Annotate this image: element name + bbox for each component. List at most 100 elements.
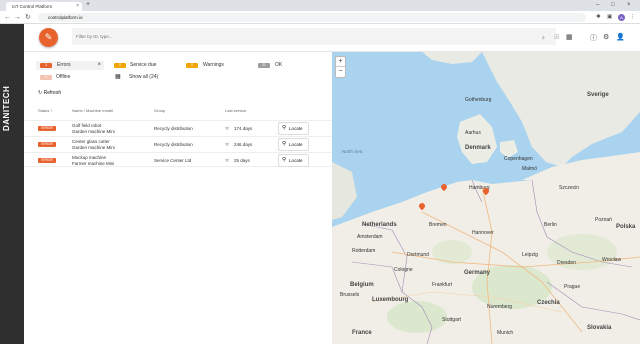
grid-icon[interactable]: ⊞ <box>554 33 560 41</box>
reload-icon[interactable]: ↻ <box>25 12 31 23</box>
last-service: 246 days <box>234 142 253 147</box>
tab-title: IoT Control Platform <box>12 4 53 9</box>
refresh-label: Refresh <box>43 90 62 96</box>
header-group[interactable]: Group <box>154 108 165 113</box>
map-label-netherlands: Netherlands <box>362 222 397 228</box>
header-last-service[interactable]: Last service <box>225 108 246 113</box>
machine-group: Recycly distribution <box>154 126 193 131</box>
offline-count-badge[interactable]: 0 <box>40 75 52 80</box>
pencil-icon: ✎ <box>44 32 53 42</box>
back-icon[interactable]: ← <box>4 12 11 23</box>
machine-group: Service Center Ltd <box>154 158 192 163</box>
app-topbar: ✎ ⌕ ⊞ ▦ ⓘ ⚙ 👤 <box>24 24 640 52</box>
map-label-aarhus: Aarhus <box>465 130 481 136</box>
user-icon[interactable]: 👤 <box>616 33 625 41</box>
map-label-rotterdam: Rotterdam <box>352 248 376 254</box>
map-label-sweden: Sverige <box>587 92 609 98</box>
refresh-icon: ↻ <box>38 90 43 96</box>
service-due-count-badge[interactable]: 0 <box>114 63 126 68</box>
address-bar: ← → ↻ controlplatform.io ✱ ▣ A ⋮ <box>0 11 640 24</box>
last-service: 25 days <box>234 158 250 163</box>
map-view[interactable]: + − Gothenburg Sverige Aarhus Denmark Co… <box>332 52 640 344</box>
show-all-link[interactable]: Show all (24) <box>129 74 158 81</box>
locate-button[interactable]: ⚲ Locate <box>278 122 309 135</box>
sidepanel-icon[interactable]: ▣ <box>607 13 612 22</box>
map-label-slovakia: Slovakia <box>587 325 612 331</box>
header-name[interactable]: Name / Machine model <box>72 108 113 113</box>
warnings-label[interactable]: Warnings <box>203 62 224 69</box>
edit-fab-button[interactable]: ✎ <box>39 28 58 47</box>
table-row[interactable]: ERROR Golf field robot Garden machine Mi… <box>24 120 332 135</box>
layout-icon[interactable]: ▦ <box>566 33 573 41</box>
machine-group: Recycly distribution <box>154 142 193 147</box>
map-label-luxembourg: Luxembourg <box>372 297 409 303</box>
maximize-button[interactable]: □ <box>611 0 615 10</box>
map-label-frankfurt: Frankfurt <box>432 282 453 288</box>
map-label-nuremberg: Nuremberg <box>487 304 513 310</box>
clear-errors-icon[interactable]: × <box>97 61 101 70</box>
profile-avatar[interactable]: A <box>618 14 625 21</box>
map-label-north-sea: North Sea <box>342 149 363 154</box>
url-field[interactable]: controlplatform.io <box>38 13 586 22</box>
new-tab-button[interactable]: + <box>86 1 90 8</box>
errors-filter[interactable]: 3 Errors × <box>36 61 104 70</box>
offline-label[interactable]: Offline <box>56 74 70 81</box>
map-label-gothenburg: Gothenburg <box>465 97 492 103</box>
map-label-dortmund: Dortmund <box>407 252 429 258</box>
map-label-denmark: Denmark <box>465 145 491 151</box>
map-label-dresden: Dresden <box>557 260 576 266</box>
map-label-poznan: Poznań <box>595 217 612 223</box>
settings-icon[interactable]: ⚙ <box>603 33 609 41</box>
header-status[interactable]: Status ↑ <box>38 108 52 113</box>
table-row[interactable]: ERROR Center glass cutter Garden machine… <box>24 136 332 151</box>
browser-tab-strip: IoT Control Platform × + – □ × <box>0 0 640 11</box>
map-label-bremen: Bremen <box>429 222 447 228</box>
map-label-szczecin: Szczecin <box>559 185 580 191</box>
map-label-copenhagen: Copenhagen <box>504 156 533 162</box>
zoom-control: + − <box>335 56 346 78</box>
map-label-berlin: Berlin <box>544 222 557 228</box>
refresh-button[interactable]: ↻ Refresh <box>38 90 61 97</box>
machine-model: Farmer machine Mini <box>72 160 115 166</box>
ok-count-badge[interactable]: 21 <box>258 63 270 68</box>
errors-count-badge: 3 <box>40 63 52 68</box>
menu-icon[interactable]: ⋮ <box>630 13 636 22</box>
map-label-france: France <box>352 330 372 336</box>
extensions-icon[interactable]: ✱ <box>596 13 601 22</box>
zoom-out-button[interactable]: − <box>336 67 345 77</box>
tab-close-icon[interactable]: × <box>76 2 79 11</box>
status-badge: ERROR <box>38 126 56 131</box>
wrench-icon: ⚒ <box>225 158 230 163</box>
service-due-label[interactable]: Service due <box>130 62 156 69</box>
map-label-wroclaw: Wrocław <box>602 257 622 263</box>
location-pin-icon: ⚲ <box>282 125 287 131</box>
map-label-leipzig: Leipzig <box>522 252 538 258</box>
table-row[interactable]: ERROR Mockup machine Farmer machine Mini… <box>24 152 332 167</box>
show-all-icon[interactable]: ▦ <box>115 74 121 81</box>
browser-tab[interactable]: IoT Control Platform × <box>6 2 82 11</box>
search-icon[interactable]: ⌕ <box>542 35 545 41</box>
locate-button[interactable]: ⚲ Locate <box>278 154 309 167</box>
help-icon[interactable]: ⓘ <box>590 33 597 43</box>
location-pin-icon: ⚲ <box>282 141 287 147</box>
errors-label: Errors <box>57 62 71 68</box>
forward-icon[interactable]: → <box>14 12 21 23</box>
map-label-hanover: Hannover <box>472 230 494 236</box>
status-badge: ERROR <box>38 158 56 163</box>
map-label-germany: Germany <box>464 270 491 276</box>
map-label-stuttgart: Stuttgart <box>442 317 461 323</box>
ok-label[interactable]: OK <box>275 62 282 69</box>
map-label-cologne: Cologne <box>394 267 413 273</box>
map-label-prague: Prague <box>564 284 581 290</box>
machine-list-panel: 3 Errors × 0 Service due 0 Warnings 21 O… <box>24 52 332 344</box>
map-label-amsterdam: Amsterdam <box>357 234 383 240</box>
machine-model: Garden machine Mini <box>72 144 115 150</box>
zoom-in-button[interactable]: + <box>336 57 345 67</box>
locate-button[interactable]: ⚲ Locate <box>278 138 309 151</box>
map-label-poland: Polska <box>616 224 636 230</box>
close-window-button[interactable]: × <box>627 0 631 10</box>
minimize-button[interactable]: – <box>596 0 599 10</box>
location-pin-icon: ⚲ <box>282 157 287 163</box>
warnings-count-badge[interactable]: 0 <box>186 63 198 68</box>
filter-input[interactable] <box>72 28 556 45</box>
